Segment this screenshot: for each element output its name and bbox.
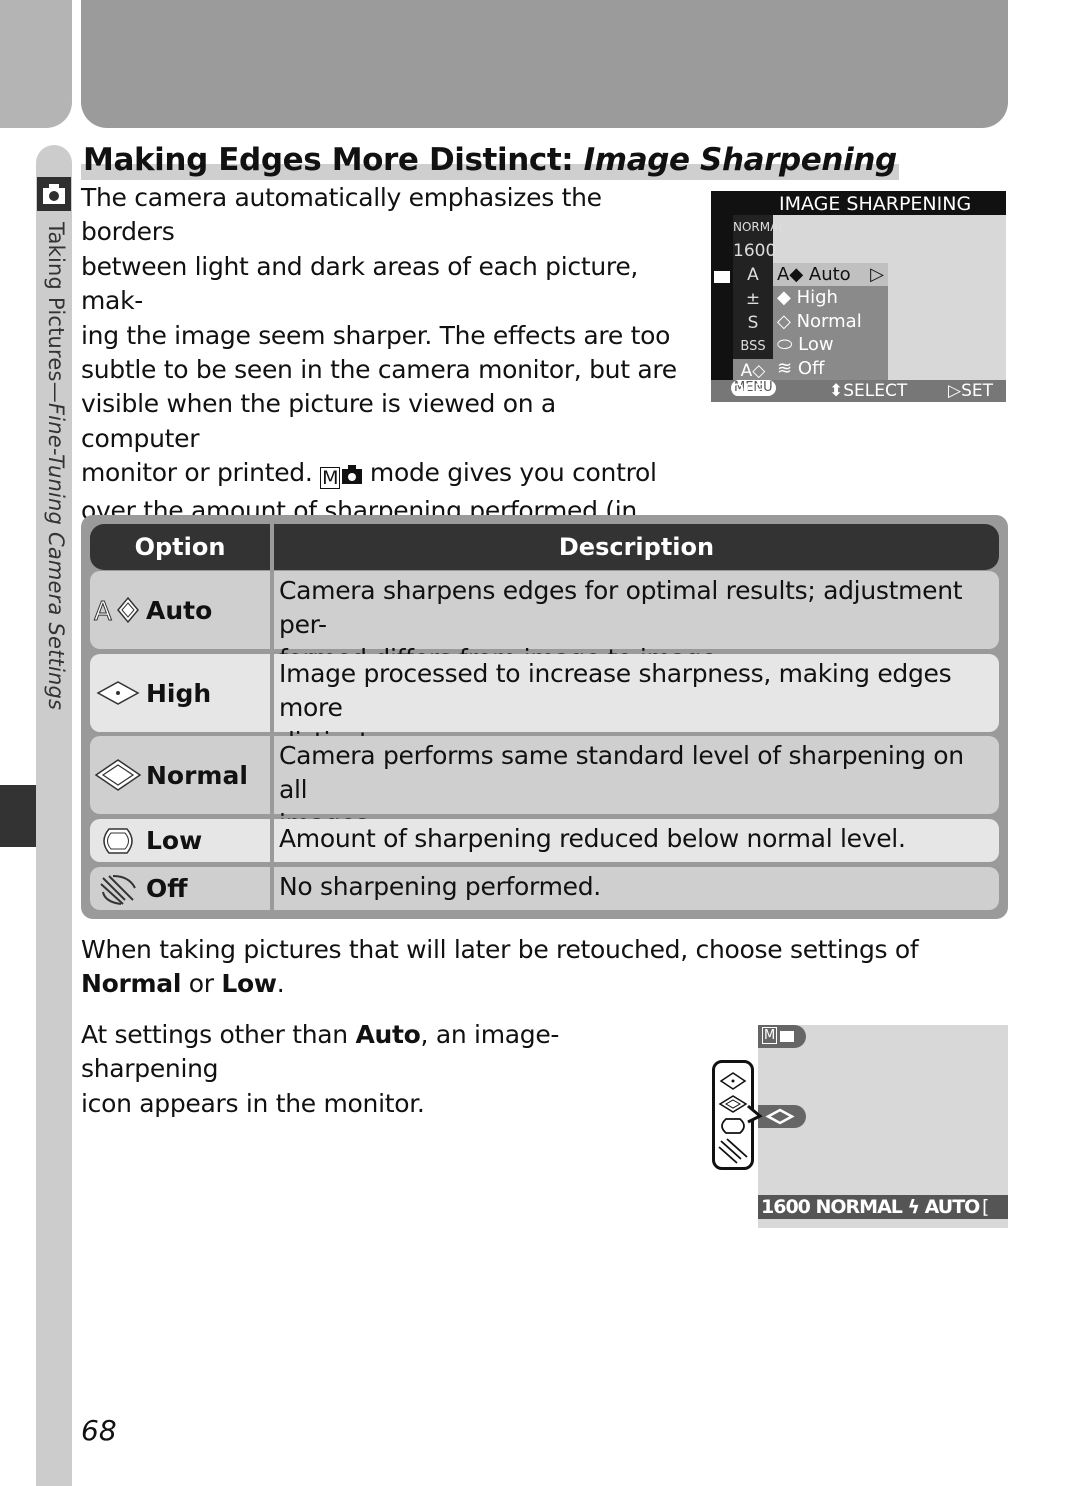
- callout-pointer: [747, 1104, 763, 1124]
- high-sharpening-icon: [90, 678, 146, 708]
- lcd-quality-icon: NORMAL: [733, 220, 786, 234]
- normal-sharpening-icon: [90, 758, 146, 792]
- memory-indicator: [: [982, 1196, 989, 1218]
- page-title: Making Edges More Distinct: Image Sharpe…: [81, 140, 899, 180]
- header-tab-decoration: [0, 0, 72, 128]
- intro-line: The camera automatically emphasizes the …: [81, 183, 602, 247]
- option-label: Low: [146, 826, 203, 855]
- lcd-option-auto[interactable]: A◆ Auto ▷: [773, 263, 888, 287]
- table-row: Normal Camera performs same standard lev…: [90, 736, 999, 838]
- option-label: High: [146, 678, 212, 708]
- sharpening-options-table: Option Description A Auto Camera sharpen…: [81, 515, 1008, 919]
- table-row: Low Amount of sharpening reduced below n…: [90, 819, 999, 862]
- monitor-display-illustration: M 1600 NORMAL ϟ AUTO [: [758, 1025, 1008, 1228]
- lcd-menu-title-bar: IMAGE SHARPENING: [711, 191, 1006, 215]
- camera-icon: [780, 1031, 794, 1042]
- manual-mode-icon: M: [320, 459, 363, 493]
- intro-line: monitor or printed. M mode gives you con…: [81, 456, 681, 493]
- table-row: Off No sharpening performed.: [90, 867, 999, 910]
- low-sharpening-icon: [90, 826, 146, 856]
- high-sharpening-icon: ◆: [777, 287, 791, 309]
- option-description: No sharpening performed.: [279, 872, 601, 901]
- intro-line: between light and dark areas of each pic…: [81, 251, 639, 316]
- monitor-icon-note: At settings other than Auto, an image-sh…: [81, 1020, 560, 1118]
- option-description: Camera sharpens edges for optimal result…: [279, 576, 963, 673]
- option-label: Off: [146, 874, 188, 903]
- monitor-status-bar: 1600 NORMAL ϟ AUTO [: [758, 1195, 1008, 1219]
- page-number: 68: [81, 1414, 117, 1447]
- table-row: High Image processed to increase sharpne…: [90, 654, 999, 756]
- lcd-footer: MENU OFF ⬍SELECT ▷SET: [711, 380, 1006, 402]
- intro-line: subtle to be seen in the camera monitor,…: [81, 355, 677, 385]
- select-hint: ⬍SELECT: [829, 381, 908, 401]
- option-description: Camera performs same standard level of s…: [279, 741, 964, 838]
- option-description: Image processed to increase sharpness, m…: [279, 659, 952, 756]
- right-arrow-icon: ▷: [870, 264, 884, 285]
- lcd-option-normal[interactable]: ◇ Normal: [773, 310, 888, 333]
- lcd-camera-tab-icon: [714, 271, 730, 283]
- option-label: Normal: [146, 760, 248, 790]
- auto-sharpening-icon: A◆: [777, 264, 804, 285]
- column-header-description: Description: [274, 524, 999, 570]
- column-header-option: Option: [90, 524, 270, 570]
- intro-line: visible when the picture is viewed on a …: [81, 389, 556, 453]
- camera-chapter-icon: [37, 177, 71, 211]
- chapter-thumb-index: [0, 785, 36, 847]
- intro-line: ing the image seem sharper. The effects …: [81, 320, 671, 350]
- retouch-note: When taking pictures that will later be …: [81, 935, 919, 999]
- chapter-side-label: Taking Pictures—Fine-Tuning Camera Setti…: [44, 222, 68, 711]
- lcd-option-off[interactable]: ≋ Off: [773, 357, 888, 380]
- lcd-metering-icon: S: [747, 313, 759, 333]
- lcd-wb-icon: A: [747, 265, 759, 285]
- table-row: A Auto Camera sharpens edges for optimal…: [90, 571, 999, 673]
- header-bar-decoration: [81, 0, 1008, 128]
- lcd-iso-icon: 1600: [733, 241, 777, 261]
- lcd-option-high[interactable]: ◆ High: [773, 286, 888, 309]
- off-sharpening-icon: [90, 872, 146, 906]
- lcd-settings-icons: NORMAL 1600 A ± S BSS A◇: [733, 215, 786, 383]
- off-sharpening-icon: ≋: [777, 357, 793, 379]
- low-sharpening-icon: ⬭: [777, 334, 793, 356]
- shooting-mode-indicator: M: [758, 1025, 806, 1048]
- set-hint: ▷SET: [948, 381, 993, 401]
- lcd-sharpening-options: A◆ Auto ▷ ◆ High ◇ Normal ⬭ Low ≋ Off: [773, 263, 888, 380]
- option-description: Amount of sharpening reduced below norma…: [279, 824, 906, 853]
- lcd-tab-column: [711, 215, 733, 380]
- normal-sharpening-icon: ◇: [777, 310, 791, 332]
- option-label: Auto: [146, 595, 213, 625]
- auto-sharpening-icon: A: [90, 595, 146, 625]
- image-sharpening-menu-screenshot: IMAGE SHARPENING NORMAL 1600 A ± S BSS A…: [711, 191, 1006, 402]
- lcd-exposure-comp-icon: ±: [745, 289, 761, 309]
- lcd-bss-icon: BSS: [740, 339, 766, 354]
- lcd-option-low[interactable]: ⬭ Low: [773, 333, 888, 356]
- svg-text:A: A: [94, 597, 112, 625]
